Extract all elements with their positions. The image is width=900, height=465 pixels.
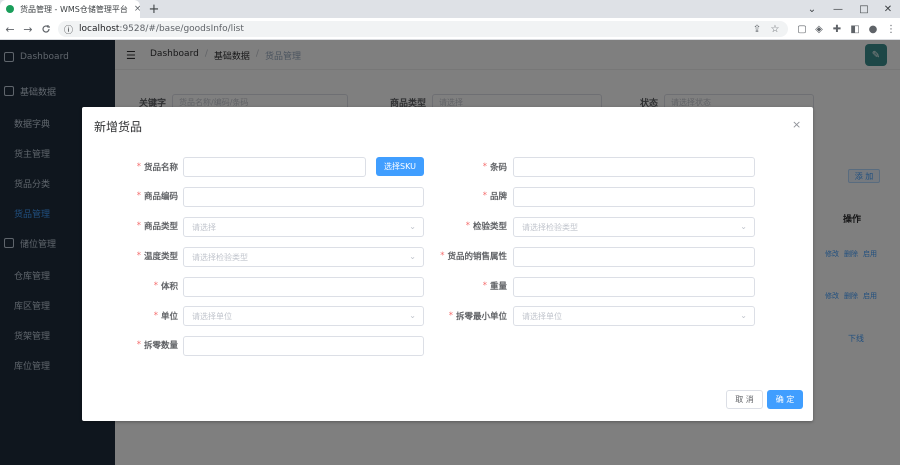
brand-input[interactable] xyxy=(513,187,755,207)
confirm-button[interactable]: 确 定 xyxy=(767,390,803,409)
chevron-down-icon: ⌄ xyxy=(409,252,416,261)
select-placeholder: 请选择检验类型 xyxy=(522,222,578,232)
select-placeholder: 请选择单位 xyxy=(192,311,232,321)
chevron-down-icon: ⌄ xyxy=(409,311,416,320)
temp-type-label: * 温度类型 xyxy=(136,251,178,262)
min-unit-select[interactable]: 请选择单位 ⌄ xyxy=(513,306,755,326)
url-field[interactable]: ⓘ localhost:9528/#/base/goodsInfo/list xyxy=(58,21,788,37)
chevron-down-icon: ⌄ xyxy=(740,222,747,231)
sidepanel-icon[interactable]: ◧ xyxy=(848,21,862,37)
puzzle-icon[interactable]: ✚ xyxy=(830,21,844,37)
menu-icon[interactable]: ⋮ xyxy=(884,21,898,37)
browser-tab[interactable]: 货品管理 - WMS仓储管理平台 × xyxy=(0,0,140,18)
favicon-icon xyxy=(6,5,14,13)
extension-icon[interactable]: ▢ xyxy=(795,21,809,37)
info-icon: ⓘ xyxy=(64,25,74,36)
cancel-button[interactable]: 取 消 xyxy=(726,390,763,409)
maximize-button[interactable]: □ xyxy=(852,0,876,18)
browser-tab-strip: 货品管理 - WMS仓储管理平台 × + ⌄ — □ ✕ xyxy=(0,0,900,18)
star-icon[interactable]: ☆ xyxy=(768,21,782,37)
url-path: :9528/#/base/goodsInfo/list xyxy=(119,24,244,34)
barcode-label: * 条码 xyxy=(482,162,507,173)
close-icon[interactable]: × xyxy=(792,118,801,131)
goods-code-label: * 商品编码 xyxy=(136,191,178,202)
select-placeholder: 请选择 xyxy=(192,222,216,232)
split-qty-input[interactable] xyxy=(183,336,424,356)
volume-input[interactable] xyxy=(183,277,424,297)
new-tab-button[interactable]: + xyxy=(146,0,162,18)
goods-type-select[interactable]: 请选择 ⌄ xyxy=(183,217,424,237)
tab-title: 货品管理 - WMS仓储管理平台 xyxy=(20,4,128,14)
volume-label: * 体积 xyxy=(153,281,178,292)
barcode-input[interactable] xyxy=(513,157,755,177)
minimize-button[interactable]: — xyxy=(826,0,850,18)
goods-code-input[interactable] xyxy=(183,187,424,207)
goods-name-label: * 货品名称 xyxy=(136,162,178,173)
weight-input[interactable] xyxy=(513,277,755,297)
forward-icon[interactable]: → xyxy=(20,18,36,40)
sale-attr-label: * 货品的销售属性 xyxy=(440,251,507,262)
address-bar-row: ← → ⓘ localhost:9528/#/base/goodsInfo/li… xyxy=(0,18,900,40)
add-goods-dialog: 新增货品 × * 货品名称 选择SKU * 条码 * 商品编码 * 品牌 * 商品类型 请… xyxy=(82,107,813,421)
chevron-down-icon: ⌄ xyxy=(409,222,416,231)
unit-label: * 单位 xyxy=(153,311,178,322)
goods-name-input[interactable] xyxy=(183,157,366,177)
back-icon[interactable]: ← xyxy=(2,18,18,40)
tab-search-icon[interactable]: ⌄ xyxy=(800,0,824,18)
goods-type-label: * 商品类型 xyxy=(136,221,178,232)
profile-icon[interactable]: ● xyxy=(866,21,880,37)
dialog-title: 新增货品 xyxy=(94,120,143,134)
shield-icon[interactable]: ◈ xyxy=(812,21,826,37)
select-sku-button[interactable]: 选择SKU xyxy=(376,157,424,176)
close-window-button[interactable]: ✕ xyxy=(876,0,900,18)
reload-icon[interactable] xyxy=(38,18,54,40)
split-qty-label: * 拆零数量 xyxy=(136,340,178,351)
sale-attr-input[interactable] xyxy=(513,247,755,267)
chevron-down-icon: ⌄ xyxy=(740,311,747,320)
share-icon[interactable]: ⇪ xyxy=(750,21,764,37)
unit-select[interactable]: 请选择单位 ⌄ xyxy=(183,306,424,326)
inspect-type-label: * 检验类型 xyxy=(465,221,507,232)
temp-type-select[interactable]: 请选择检验类型 ⌄ xyxy=(183,247,424,267)
min-unit-label: * 拆零最小单位 xyxy=(448,311,507,322)
brand-label: * 品牌 xyxy=(482,191,507,202)
close-tab-icon[interactable]: × xyxy=(134,4,140,14)
url-host: localhost xyxy=(79,24,120,34)
weight-label: * 重量 xyxy=(482,281,507,292)
select-placeholder: 请选择检验类型 xyxy=(192,252,248,262)
select-placeholder: 请选择单位 xyxy=(522,311,562,321)
inspect-type-select[interactable]: 请选择检验类型 ⌄ xyxy=(513,217,755,237)
